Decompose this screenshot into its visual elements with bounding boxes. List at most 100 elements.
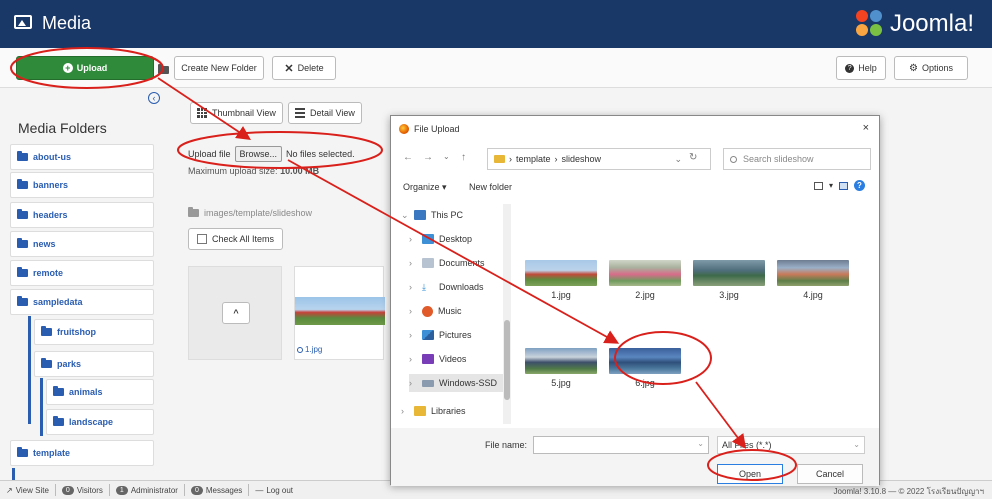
chevron-right-icon: › (409, 282, 412, 292)
file-item[interactable]: 2.jpg (607, 260, 683, 320)
sidebar-heading: Media Folders (18, 120, 107, 136)
sidebar-item-news[interactable]: news (10, 231, 154, 257)
chevron-up-icon[interactable]: ^ (222, 302, 250, 324)
check-all-button[interactable]: Check All Items (188, 228, 284, 250)
sidebar-item-headers[interactable]: headers (10, 202, 154, 228)
administrator-link[interactable]: 1 Administrator (110, 484, 185, 496)
sidebar-item-sampledata[interactable]: sampledata (10, 289, 154, 315)
chevron-down-icon[interactable]: ⌄ (697, 439, 704, 448)
help-button[interactable]: ? Help (836, 56, 886, 80)
nav-item-videos[interactable]: › Videos (409, 350, 466, 368)
music-icon (422, 305, 433, 317)
nav-item-music[interactable]: › Music (409, 302, 462, 320)
close-icon[interactable]: × (863, 122, 869, 134)
address-bar[interactable]: › template › slideshow ⌄ (487, 148, 711, 170)
navigation-pane: ⌄ This PC › Desktop › Documents › ⤓ Downloads… (397, 204, 509, 424)
file-name-input[interactable]: ⌄ (533, 436, 709, 454)
nav-item-desktop[interactable]: › Desktop (409, 230, 472, 248)
breadcrumb-item[interactable]: slideshow (562, 154, 602, 164)
refresh-icon[interactable]: ↻ (689, 152, 697, 163)
folder-label: news (33, 239, 56, 249)
browse-button[interactable]: Browse... (234, 146, 283, 162)
folder-label: banners (33, 180, 69, 190)
messages-link[interactable]: 0 Messages (185, 484, 250, 496)
sidebar-item-fruitshop[interactable]: fruitshop (34, 319, 154, 345)
status-badge: 0 (61, 485, 74, 495)
folder-icon (158, 64, 169, 74)
thumbnail-view-button[interactable]: Thumbnail View (190, 102, 283, 124)
tree-line (28, 316, 31, 424)
nav-item-downloads[interactable]: › ⤓ Downloads (409, 278, 484, 296)
nav-item-this-pc[interactable]: ⌄ This PC (401, 206, 463, 224)
sidebar-item-remote[interactable]: remote (10, 260, 154, 286)
delete-button[interactable]: ✕ Delete (272, 56, 336, 80)
nav-item-documents[interactable]: › Documents (409, 254, 485, 272)
folder-icon (494, 155, 505, 163)
file-item[interactable]: 5.jpg (523, 348, 599, 408)
sidebar-item-about-us[interactable]: about-us (10, 144, 154, 170)
new-folder-button[interactable]: New folder (469, 182, 512, 192)
options-button[interactable]: ⚙ Options (894, 56, 968, 80)
sidebar-item-parks[interactable]: parks (34, 351, 154, 377)
chevron-down-icon[interactable]: ▾ (829, 181, 833, 190)
joomla-logo[interactable]: Joomla! (855, 9, 974, 39)
command-bar: Organize ▾ New folder ▾ ? (391, 178, 879, 200)
file-thumbnail (777, 260, 849, 286)
help-icon[interactable]: ? (854, 180, 865, 191)
image-tile[interactable]: 1.jpg (294, 266, 385, 360)
nav-scrollbar[interactable] (503, 204, 511, 424)
preview-pane-icon[interactable] (839, 181, 848, 190)
breadcrumb-item[interactable]: template (516, 154, 551, 164)
logout-label: Log out (266, 485, 294, 495)
view-site-link[interactable]: ↗ View Site (0, 484, 56, 496)
detail-view-label: Detail View (310, 108, 355, 118)
chevron-right-icon: › (409, 234, 412, 244)
logout-link[interactable]: — Log out (249, 484, 299, 496)
open-button[interactable]: Open (717, 464, 783, 484)
file-thumbnail (609, 260, 681, 286)
nav-item-libraries[interactable]: › Libraries (401, 402, 466, 420)
sidebar-item-landscape[interactable]: landscape (46, 409, 154, 435)
sidebar-item-animals[interactable]: animals (46, 379, 154, 405)
file-name: 2.jpg (635, 290, 655, 300)
forward-arrow-icon[interactable]: → (423, 152, 433, 163)
folder-icon (188, 207, 199, 217)
file-item[interactable]: 1.jpg (523, 260, 599, 320)
search-input[interactable]: Search slideshow (723, 148, 871, 170)
nav-item-pictures[interactable]: › Pictures (409, 326, 472, 344)
nav-label: This PC (431, 210, 464, 220)
file-name: 6.jpg (635, 378, 655, 388)
file-item[interactable]: 3.jpg (691, 260, 767, 320)
upload-button[interactable]: + Upload (16, 56, 154, 80)
sidebar-item-banners[interactable]: banners (10, 172, 154, 198)
plus-icon: + (62, 63, 73, 73)
max-upload-size: Maximum upload size: 10.00 MB (188, 166, 319, 176)
image-caption[interactable]: 1.jpg (297, 345, 322, 354)
up-arrow-icon[interactable]: ↑ (461, 152, 466, 163)
tree-line (12, 468, 15, 480)
folder-up-tile[interactable]: ^ (188, 266, 282, 360)
visitors-link[interactable]: 0 Visitors (56, 484, 110, 496)
nav-label: Music (438, 306, 462, 316)
collapse-sidebar-icon[interactable]: ‹ (148, 92, 160, 104)
folder-icon (41, 358, 52, 368)
file-item-selected[interactable]: 6.jpg (607, 348, 683, 408)
back-arrow-icon[interactable]: ← (403, 152, 413, 163)
file-type-select[interactable]: All Files (*.*) ⌄ (717, 436, 865, 454)
chevron-down-icon[interactable]: ⌄ (443, 152, 450, 161)
organize-menu[interactable]: Organize ▾ (403, 182, 447, 193)
search-placeholder: Search slideshow (743, 154, 814, 164)
cancel-button[interactable]: Cancel (797, 464, 863, 484)
detail-view-button[interactable]: Detail View (288, 102, 362, 124)
file-name: 5.jpg (551, 378, 571, 388)
chevron-down-icon[interactable]: ⌄ (674, 154, 682, 165)
sidebar-item-template[interactable]: template (10, 440, 154, 466)
chevron-right-icon: › (554, 154, 558, 164)
scrollbar-thumb[interactable] (504, 320, 510, 400)
nav-item-windows-ssd[interactable]: › Windows-SSD (409, 374, 505, 392)
file-item[interactable]: 4.jpg (775, 260, 851, 320)
create-folder-button[interactable]: Create New Folder (174, 56, 264, 80)
nav-label: Libraries (431, 406, 466, 416)
administrator-label: Administrator (130, 485, 178, 495)
view-mode-icon[interactable] (813, 181, 823, 190)
